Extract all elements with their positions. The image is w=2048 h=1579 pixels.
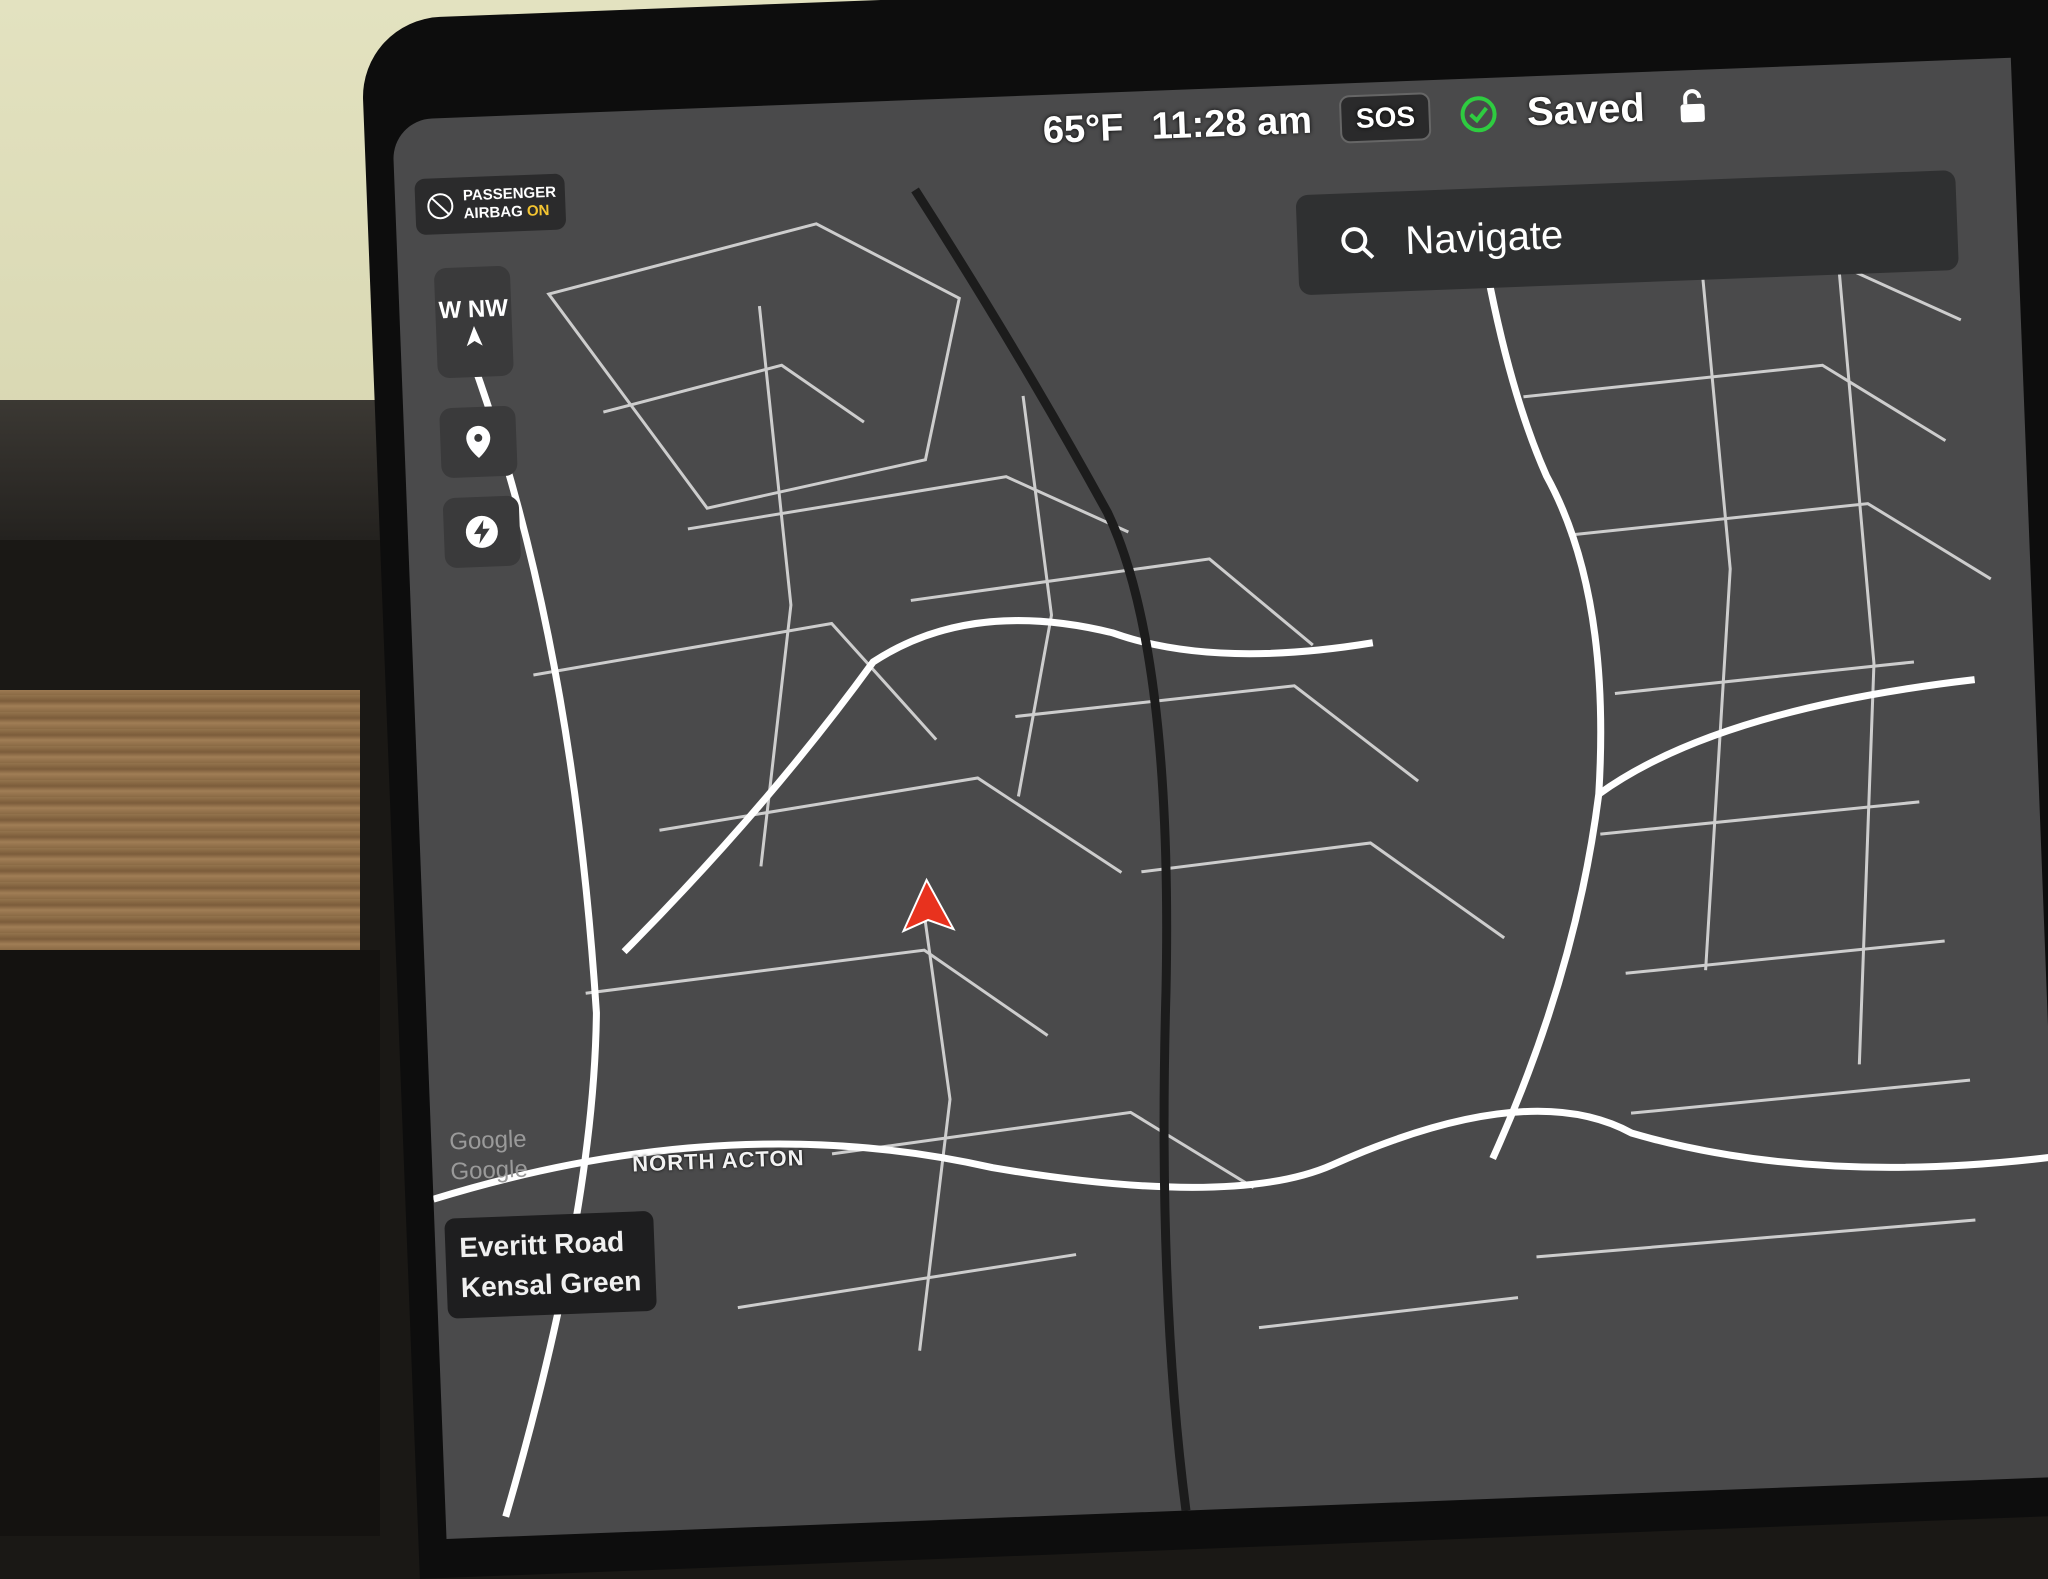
touchscreen: 65°F 11:28 am SOS Saved Navigate PASSENG… (392, 57, 2048, 1539)
map-attribution-1: Google (448, 1125, 528, 1156)
dashboard-wood-trim (0, 690, 360, 950)
charging-button[interactable] (442, 495, 522, 569)
map-attribution-2: Google (449, 1155, 529, 1186)
current-location-panel: Everitt Road Kensal Green (444, 1210, 657, 1319)
pin-icon (466, 425, 491, 458)
map-canvas[interactable] (392, 58, 2048, 1539)
dashboard-top (0, 400, 420, 540)
compass-heading: W NW (438, 294, 509, 325)
search-icon (1341, 227, 1375, 259)
compass-arrow-icon (466, 326, 483, 347)
airbag-status: ON (526, 202, 550, 220)
airbag-off-icon (427, 193, 454, 220)
passenger-airbag-indicator: PASSENGER AIRBAG ON (414, 173, 567, 236)
saved-label[interactable]: Saved (1526, 85, 1645, 134)
lock-icon[interactable] (1672, 85, 1714, 127)
dashboard-lower (0, 950, 380, 1536)
temperature-readout: 65°F (1042, 106, 1125, 152)
check-circle-icon (1460, 96, 1497, 133)
location-area: Kensal Green (460, 1265, 642, 1304)
vehicle-arrow-icon (901, 877, 956, 933)
navigate-placeholder: Navigate (1404, 212, 1564, 263)
airbag-text: PASSENGER AIRBAG ON (463, 184, 557, 224)
airbag-label: AIRBAG (463, 203, 524, 223)
charging-icon (465, 515, 498, 548)
clock-readout: 11:28 am (1150, 99, 1313, 148)
pin-button[interactable] (439, 405, 518, 479)
location-street: Everitt Road (458, 1225, 625, 1264)
sos-button[interactable]: SOS (1339, 92, 1432, 144)
airbag-line-2: AIRBAG ON (463, 202, 557, 224)
compass-button[interactable]: W NW (433, 265, 514, 379)
